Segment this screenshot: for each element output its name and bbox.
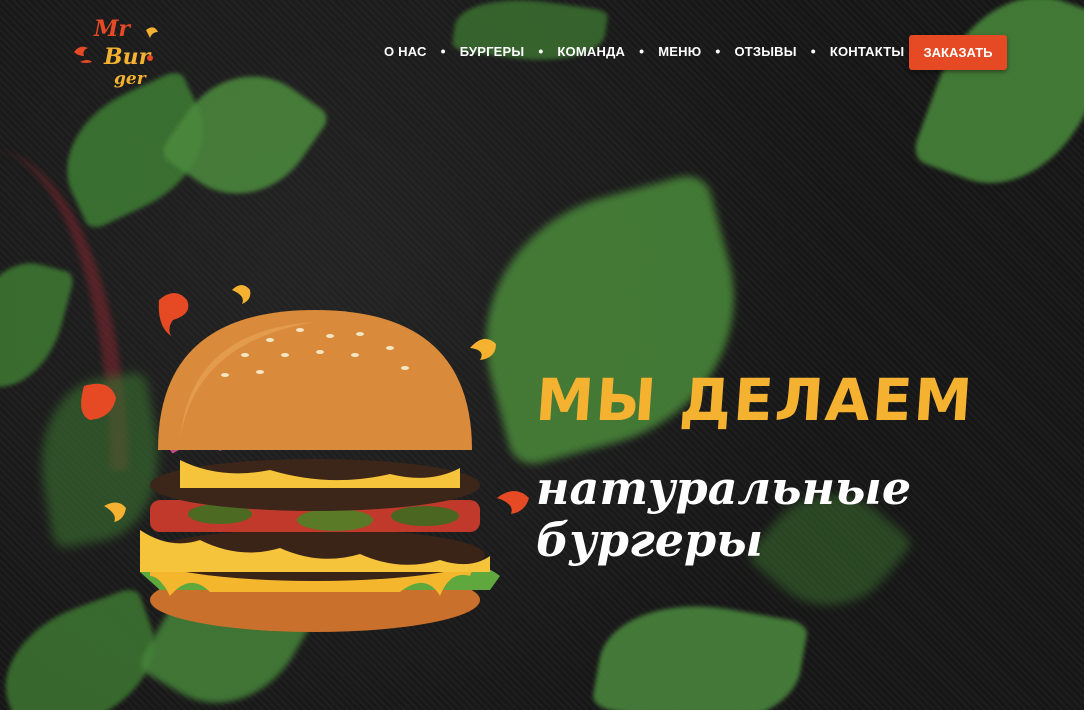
splash-decoration (232, 285, 251, 304)
nav-separator: • (440, 43, 446, 59)
hero-subheadline: натуральные бургеры (536, 462, 911, 566)
splash-decoration (497, 491, 529, 514)
nav-item-contacts[interactable]: КОНТАКТЫ (830, 44, 904, 59)
hero-subheadline-line2: бургеры (536, 513, 764, 567)
burger-image (140, 310, 500, 632)
order-button[interactable]: ЗАКАЗАТЬ (909, 35, 1007, 70)
splash-decoration (104, 502, 126, 522)
logo-text-3: ger (114, 69, 147, 89)
site-logo[interactable]: Mr Bur ger (70, 12, 170, 92)
leaf-decoration (910, 0, 1084, 210)
nav-separator: • (810, 43, 816, 59)
logo-icon: Mr Bur ger (74, 16, 158, 89)
main-nav: О НАС • БУРГЕРЫ • КОМАНДА • МЕНЮ • ОТЗЫВ… (384, 44, 904, 59)
logo-text-1: Mr (93, 16, 131, 42)
leaf-decoration (451, 0, 609, 71)
nav-item-menu[interactable]: МЕНЮ (658, 44, 701, 59)
splash-decoration (158, 293, 189, 336)
nav-item-about[interactable]: О НАС (384, 44, 427, 59)
nav-separator: • (715, 43, 721, 59)
nav-item-reviews[interactable]: ОТЗЫВЫ (734, 44, 796, 59)
nav-item-burgers[interactable]: БУРГЕРЫ (460, 44, 525, 59)
nav-separator: • (639, 43, 645, 59)
leaf-decoration (158, 47, 332, 223)
nav-separator: • (538, 43, 544, 59)
splash-decoration (81, 383, 116, 420)
splash-decoration (470, 338, 496, 360)
hero-subheadline-line1: натуральные (536, 461, 912, 515)
leaf-decoration (591, 588, 809, 710)
nav-item-team[interactable]: КОМАНДА (557, 44, 625, 59)
hero-headline: МЫ ДЕЛАЕМ (533, 366, 977, 434)
logo-text-2: Bur (103, 44, 152, 70)
